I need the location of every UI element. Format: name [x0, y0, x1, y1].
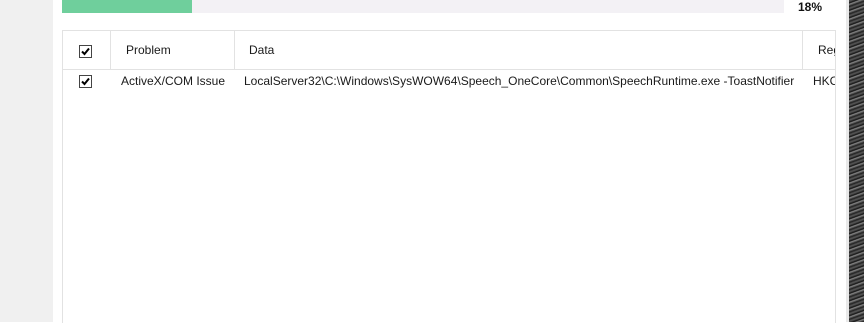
scan-progress-fill	[62, 0, 192, 13]
column-header-data[interactable]: Data	[249, 31, 789, 69]
row-problem: ActiveX/COM Issue	[121, 74, 226, 88]
background-window-edge	[846, 0, 864, 322]
checkmark-icon	[81, 47, 90, 56]
select-all-checkbox[interactable]	[79, 45, 92, 58]
table-header: Problem Data Reg	[63, 31, 835, 70]
column-header-problem[interactable]: Problem	[126, 31, 226, 69]
table-row[interactable]: ActiveX/COM Issue LocalServer32\C:\Windo…	[63, 69, 835, 95]
row-registry: HKC	[813, 74, 835, 88]
checkmark-icon	[81, 77, 90, 86]
column-divider[interactable]	[110, 31, 111, 69]
scan-progress-bar	[62, 0, 784, 13]
column-header-registry[interactable]: Reg	[818, 31, 835, 69]
column-divider[interactable]	[802, 31, 803, 69]
row-data: LocalServer32\C:\Windows\SysWOW64\Speech…	[244, 74, 795, 88]
scan-progress-percent: 18%	[798, 0, 823, 14]
registry-scan-panel: 18% Problem Data Reg ActiveX/COM Issue L…	[53, 0, 846, 323]
column-divider[interactable]	[234, 31, 235, 69]
row-checkbox[interactable]	[79, 75, 92, 88]
issues-table: Problem Data Reg ActiveX/COM Issue Local…	[62, 30, 836, 323]
left-panel	[0, 0, 53, 322]
